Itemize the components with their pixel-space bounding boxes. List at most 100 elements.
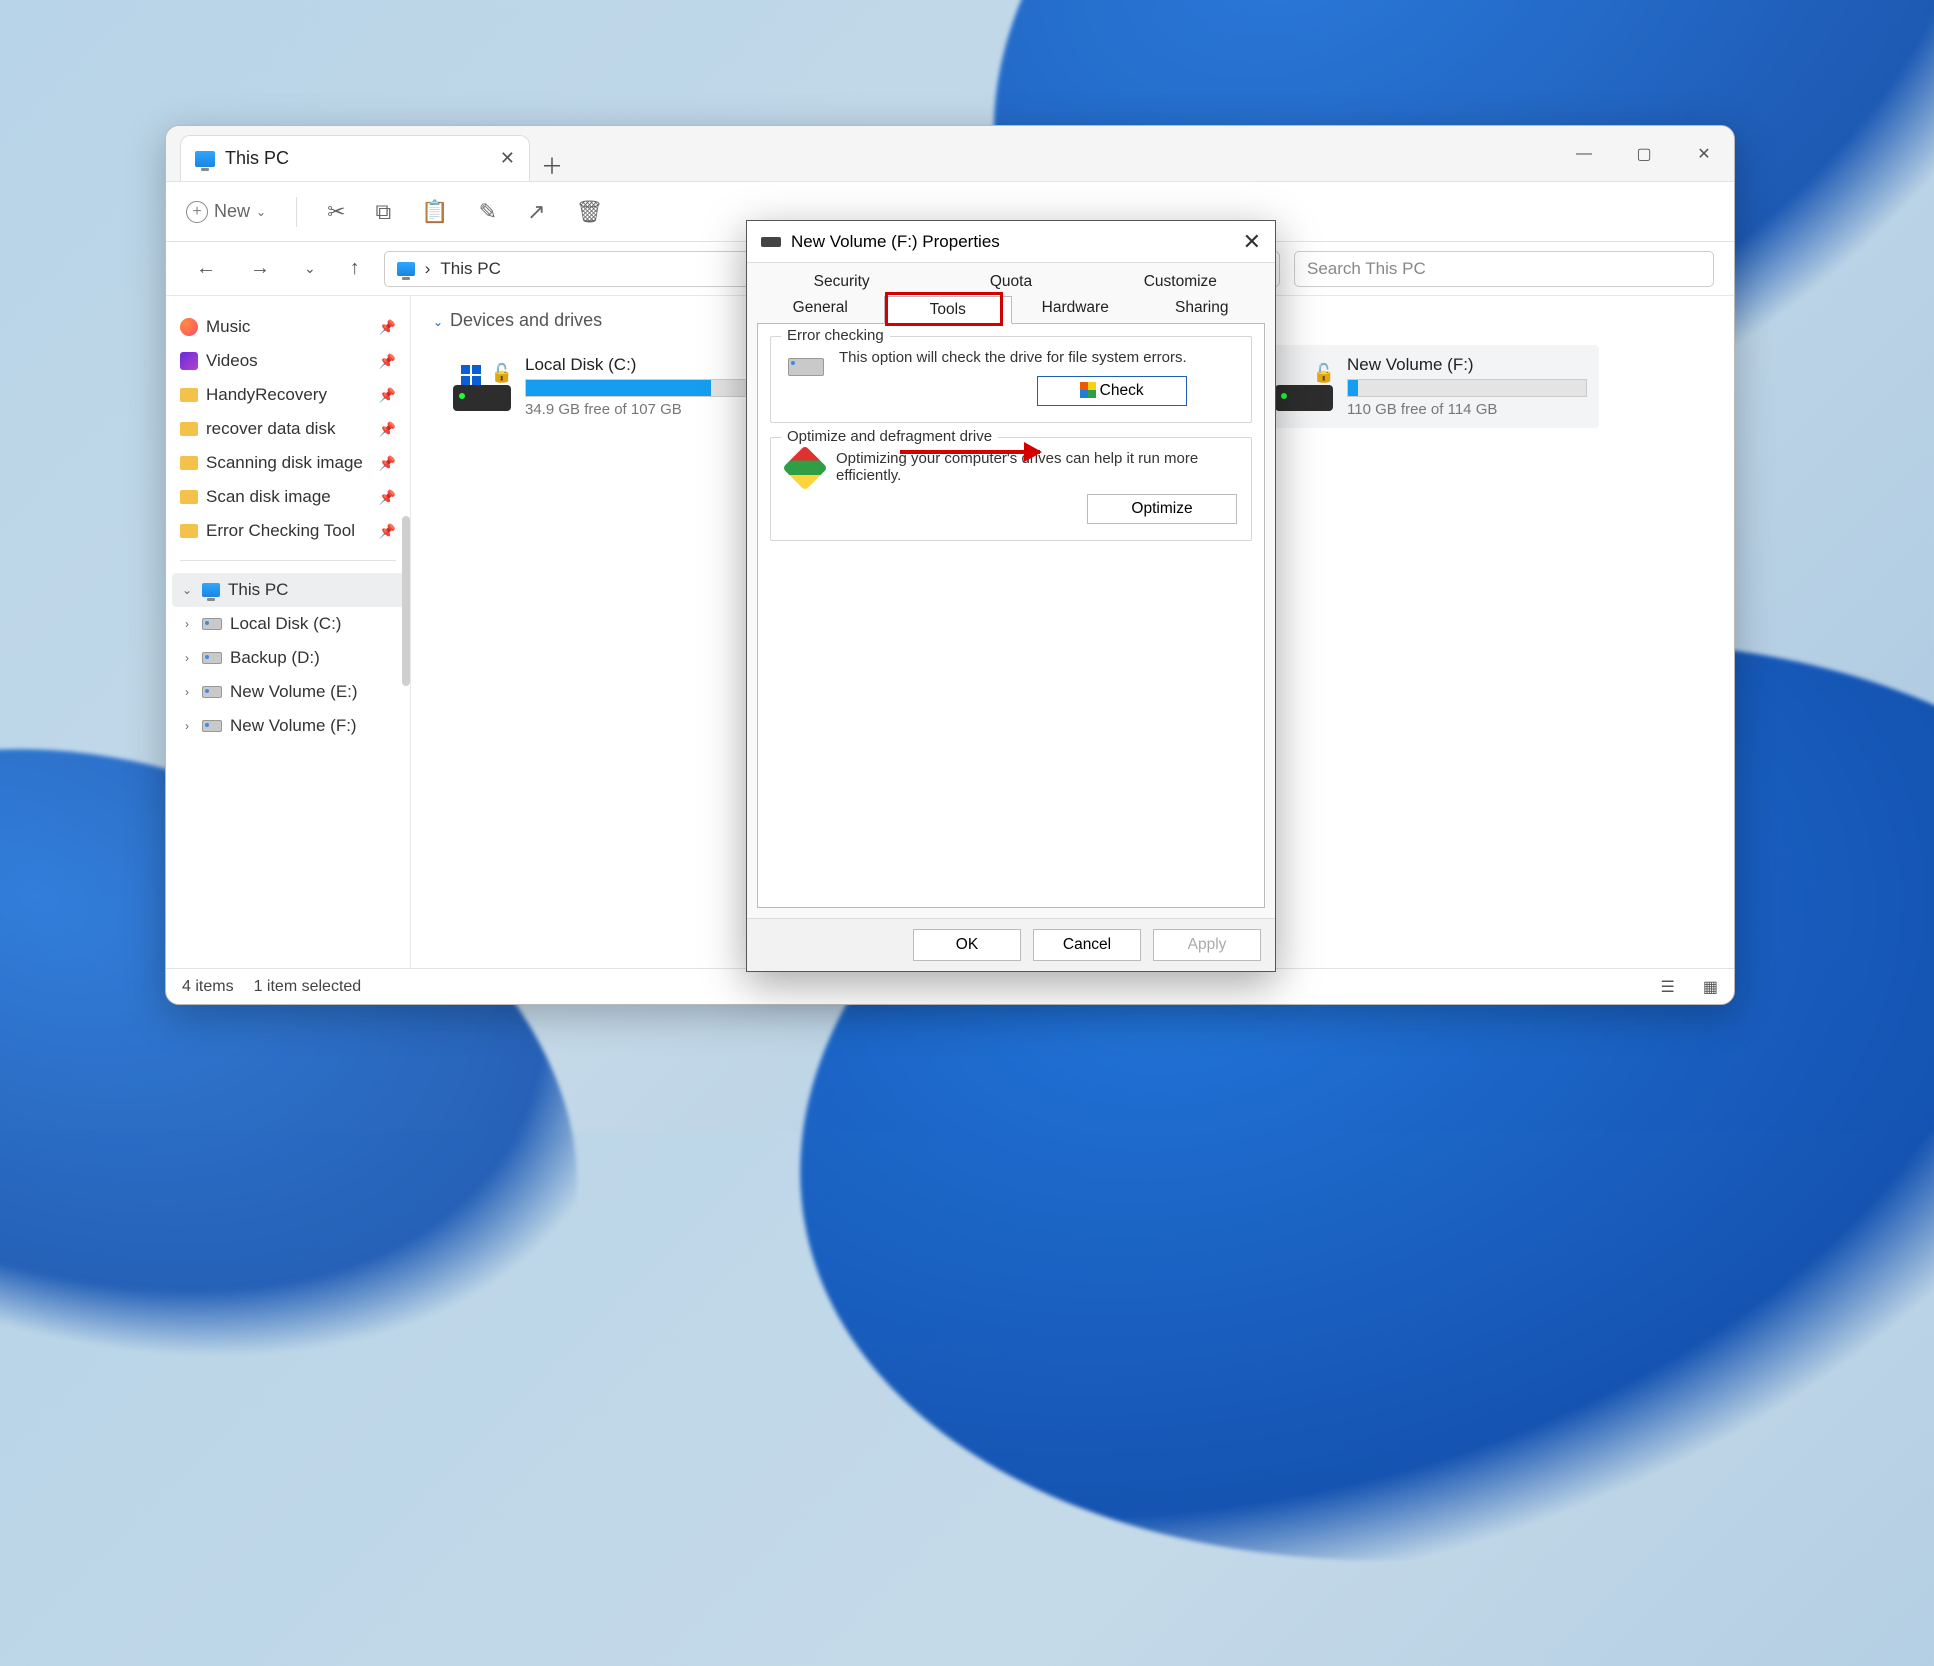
optimize-group: Optimize and defragment drive Optimizing… — [770, 437, 1252, 541]
new-button[interactable]: + New ⌄ — [186, 201, 266, 223]
pin-icon[interactable]: 📌 — [379, 523, 396, 540]
sidebar-item-scan-disk-image[interactable]: Scan disk image 📌 — [172, 480, 404, 514]
sidebar-item-handyrecovery[interactable]: HandyRecovery 📌 — [172, 378, 404, 412]
details-view-button[interactable]: ☰ — [1661, 977, 1675, 997]
sidebar-scrollbar[interactable] — [402, 516, 410, 686]
sidebar-item-drive[interactable]: New Volume (F:) — [172, 709, 404, 743]
chevron-down-icon[interactable] — [180, 583, 194, 597]
drive-free-text: 110 GB free of 114 GB — [1347, 401, 1587, 418]
copy-icon[interactable]: ⧉ — [376, 199, 392, 225]
drive-icon: 🔓 — [453, 363, 513, 411]
pin-icon[interactable]: 📌 — [379, 387, 396, 404]
drive-icon — [785, 349, 827, 385]
sidebar-item-drive[interactable]: New Volume (E:) — [172, 675, 404, 709]
breadcrumb-this-pc[interactable]: This PC — [440, 259, 500, 279]
apply-button[interactable]: Apply — [1153, 929, 1261, 961]
this-pc-icon — [397, 262, 415, 276]
search-placeholder: Search This PC — [1307, 259, 1426, 279]
sidebar-item-label: HandyRecovery — [206, 385, 327, 405]
pin-icon[interactable]: 📌 — [379, 319, 396, 336]
tab-general[interactable]: General — [757, 295, 884, 323]
dialog-titlebar: New Volume (F:) Properties ✕ — [747, 221, 1275, 263]
defrag-icon — [785, 450, 824, 486]
drive-icon — [202, 686, 222, 698]
sidebar-item-scanning-disk-image[interactable]: Scanning disk image📌 — [172, 446, 404, 480]
check-button[interactable]: Check — [1037, 376, 1187, 406]
maximize-button[interactable]: ▢ — [1614, 126, 1674, 181]
windows-logo-icon — [461, 365, 481, 385]
tabs-container: SecurityQuotaCustomize GeneralToolsHardw… — [747, 263, 1275, 323]
close-icon[interactable]: ✕ — [1243, 229, 1261, 255]
this-pc-icon — [202, 583, 220, 597]
tab-tools[interactable]: Tools — [884, 296, 1013, 324]
sidebar-item-drive[interactable]: Backup (D:) — [172, 641, 404, 675]
tab-quota[interactable]: Quota — [926, 269, 1095, 295]
pin-icon[interactable]: 📌 — [379, 421, 396, 438]
drive-icon — [202, 720, 222, 732]
optimize-desc: Optimizing your computer's drives can he… — [836, 450, 1237, 484]
drive-icon — [202, 618, 222, 630]
chevron-right-icon[interactable] — [180, 719, 194, 733]
paste-icon[interactable]: 📋 — [421, 199, 448, 225]
pin-icon[interactable]: 📌 — [379, 455, 396, 472]
ok-button[interactable]: OK — [913, 929, 1021, 961]
sidebar-item-label: Videos — [206, 351, 258, 371]
group-legend: Optimize and defragment drive — [781, 428, 998, 445]
chevron-right-icon[interactable] — [180, 617, 194, 631]
sidebar-item-recover-data-disk[interactable]: recover data disk 📌 — [172, 412, 404, 446]
status-item-count: 4 items — [182, 978, 234, 996]
pin-icon[interactable]: 📌 — [379, 353, 396, 370]
delete-icon[interactable]: 🗑 — [576, 199, 604, 225]
window-tab-this-pc[interactable]: This PC ✕ — [180, 135, 530, 181]
sidebar-item-error-checking-tool[interactable]: Error Checking Tool📌 — [172, 514, 404, 548]
pin-icon[interactable]: 📌 — [379, 489, 396, 506]
sidebar-item-videos[interactable]: Videos 📌 — [172, 344, 404, 378]
forward-button[interactable]: → — [240, 257, 280, 280]
music-icon — [180, 318, 198, 336]
lock-icon: 🔓 — [491, 363, 513, 384]
status-selected: 1 item selected — [254, 978, 362, 996]
close-tab-icon[interactable]: ✕ — [500, 148, 515, 169]
cut-icon[interactable]: ✂ — [327, 199, 345, 225]
tab-hardware[interactable]: Hardware — [1012, 295, 1139, 323]
chevron-right-icon[interactable] — [180, 685, 194, 699]
recent-dropdown[interactable]: ⌄ — [294, 260, 326, 277]
large-icons-view-button[interactable]: ▦ — [1703, 977, 1718, 997]
check-label: Check — [1100, 382, 1144, 399]
back-button[interactable]: ← — [186, 257, 226, 280]
separator — [296, 197, 297, 227]
error-check-desc: This option will check the drive for fil… — [839, 349, 1187, 366]
chevron-right-icon[interactable] — [180, 651, 194, 665]
sidebar-item-label: Scan disk image — [206, 487, 331, 507]
optimize-button[interactable]: Optimize — [1087, 494, 1237, 524]
folder-icon — [180, 490, 198, 504]
tab-panel-tools: Error checking This option will check th… — [757, 323, 1265, 908]
new-tab-button[interactable]: ＋ — [530, 149, 574, 181]
rename-icon[interactable]: ✎ — [479, 199, 497, 225]
share-icon[interactable]: ↗ — [527, 199, 545, 225]
sidebar-item-drive[interactable]: Local Disk (C:) — [172, 607, 404, 641]
cancel-button[interactable]: Cancel — [1033, 929, 1141, 961]
sidebar-item-this-pc[interactable]: This PC — [172, 573, 404, 607]
close-button[interactable]: ✕ — [1674, 126, 1734, 181]
sidebar-item-music[interactable]: Music📌 — [172, 310, 404, 344]
plus-icon: + — [186, 201, 208, 223]
navigation-pane: Music📌Videos📌HandyRecovery📌recover data … — [166, 296, 411, 968]
dialog-title: New Volume (F:) Properties — [791, 232, 1000, 252]
drive-card[interactable]: ✓🔓New Volume (F:)110 GB free of 114 GB — [1229, 345, 1599, 428]
up-button[interactable]: ↑ — [340, 257, 370, 280]
sidebar-item-label: New Volume (F:) — [230, 716, 357, 736]
tab-customize[interactable]: Customize — [1096, 269, 1265, 295]
drive-usage-bar — [1347, 379, 1587, 397]
drive-icon — [761, 237, 781, 247]
sidebar-item-label: Local Disk (C:) — [230, 614, 341, 634]
tab-security[interactable]: Security — [757, 269, 926, 295]
sidebar-item-label: recover data disk — [206, 419, 335, 439]
tab-sharing[interactable]: Sharing — [1139, 295, 1266, 323]
search-input[interactable]: Search This PC — [1294, 251, 1714, 287]
properties-dialog: New Volume (F:) Properties ✕ SecurityQuo… — [746, 220, 1276, 972]
folder-icon — [180, 388, 198, 402]
this-pc-icon — [195, 151, 215, 167]
minimize-button[interactable]: — — [1554, 126, 1614, 181]
section-label: Devices and drives — [450, 310, 602, 330]
